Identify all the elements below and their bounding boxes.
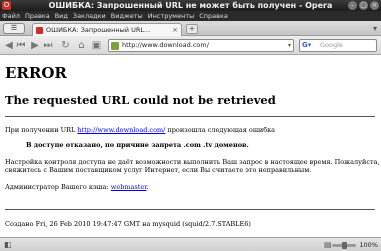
- close-icon[interactable]: ×: [370, 1, 379, 10]
- admin-paragraph: Администратор Вашего кэша: webmaster.: [5, 183, 149, 192]
- new-tab-button[interactable]: +: [186, 24, 198, 34]
- minimize-icon[interactable]: –: [348, 1, 357, 10]
- tab-label: ОШИБКА: Запрошенный URL...: [46, 26, 151, 34]
- menu-item-widgets[interactable]: Виджеты: [111, 12, 143, 20]
- navigation-bar: ◀ ⏮ ▶ ⏭ ↻ ⌂ ▣ http://www.download.com/ ▾…: [0, 36, 381, 55]
- address-url: http://www.download.com/: [122, 41, 209, 49]
- window-controls: – □ ×: [348, 1, 379, 10]
- tab-list-icon[interactable]: ▾: [373, 24, 377, 33]
- search-placeholder: Google: [320, 41, 343, 49]
- admin-text-end: .: [146, 183, 149, 191]
- page-content: ERROR The requested URL could not be ret…: [0, 55, 381, 237]
- menu-item-bookmarks[interactable]: Закладки: [73, 12, 106, 20]
- google-icon: G▾: [302, 41, 312, 49]
- intro-text: При получении URL: [5, 126, 78, 134]
- error-heading: ERROR: [5, 64, 67, 82]
- fast-forward-icon[interactable]: ⏭: [43, 39, 53, 52]
- back-icon[interactable]: ◀: [3, 39, 15, 52]
- reload-icon[interactable]: ↻: [60, 39, 71, 52]
- requested-url-link[interactable]: http://www.download.com/: [77, 126, 165, 134]
- panel-toggle-icon[interactable]: ◧: [4, 240, 12, 250]
- window-titlebar: O ОШИБКА: Запрошенный URL не может быть …: [0, 0, 381, 11]
- intro-text-end: произошла следующая ошибка: [165, 126, 276, 134]
- webmaster-link[interactable]: webmaster: [111, 183, 147, 191]
- home-icon[interactable]: ⌂: [76, 39, 87, 52]
- divider: [5, 116, 375, 117]
- zoom-level: 100%: [359, 241, 378, 249]
- error-subheading: The requested URL could not be retrieved: [5, 93, 276, 107]
- denied-reason: В доступе отказано, по причине запрета .…: [26, 141, 249, 149]
- site-info-icon[interactable]: [111, 42, 119, 50]
- tab-error-page[interactable]: ОШИБКА: Запрошенный URL... ×: [32, 23, 182, 36]
- zoom-slider-handle[interactable]: [342, 241, 348, 249]
- config-line-2: свяжитесь с Вашим поставщиком услуг Инте…: [5, 166, 312, 174]
- tab-bar: ☰ ОШИБКА: Запрошенный URL... × + ▾: [0, 21, 381, 36]
- tab-close-icon[interactable]: ×: [172, 26, 178, 34]
- divider-bottom: [5, 209, 375, 210]
- window-title: ОШИБКА: Запрошенный URL не может быть по…: [48, 1, 333, 10]
- speed-dial-icon[interactable]: ▣: [91, 39, 102, 52]
- intro-paragraph: При получении URL http://www.download.co…: [5, 126, 275, 135]
- status-bar: ◧ ▤ 100%: [0, 237, 381, 251]
- zoom-control[interactable]: 100%: [332, 240, 378, 250]
- view-icon[interactable]: ▤: [324, 240, 332, 250]
- rewind-icon[interactable]: ⏮: [16, 39, 26, 52]
- menu-item-help[interactable]: Справка: [199, 12, 228, 20]
- forward-icon[interactable]: ▶: [30, 39, 40, 52]
- menu-item-edit[interactable]: Правка: [25, 12, 50, 20]
- search-field[interactable]: G▾ Google: [299, 39, 377, 52]
- menu-item-file[interactable]: Файл: [2, 12, 20, 20]
- page-favicon-icon: [36, 26, 43, 34]
- admin-text: Администратор Вашего кэша:: [5, 183, 111, 191]
- opera-menu-button[interactable]: ☰: [3, 23, 25, 34]
- address-dropdown-icon[interactable]: ▾: [288, 40, 291, 51]
- menu-item-tools[interactable]: Инструменты: [148, 12, 195, 20]
- menu-bar: Файл Правка Вид Закладки Виджеты Инструм…: [0, 11, 381, 21]
- menu-item-view[interactable]: Вид: [55, 12, 68, 20]
- zoom-slider[interactable]: [332, 241, 357, 249]
- address-field[interactable]: http://www.download.com/ ▾: [108, 39, 294, 52]
- maximize-icon[interactable]: □: [359, 1, 368, 10]
- footer-text: Создано Fri, 26 Feb 2010 19:47:47 GMT на…: [5, 220, 251, 228]
